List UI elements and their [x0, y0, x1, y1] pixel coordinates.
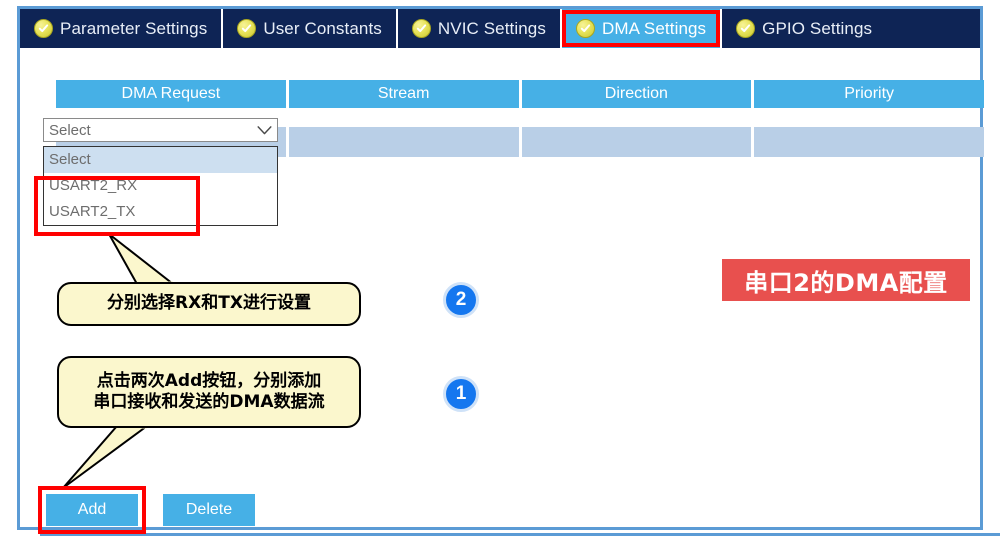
tab-label: NVIC Settings	[437, 18, 546, 38]
tab-parameter-settings[interactable]: Parameter Settings	[20, 9, 224, 48]
tab-label: GPIO Settings	[762, 18, 873, 38]
tab-gpio-settings[interactable]: GPIO Settings	[722, 9, 886, 48]
tab-label: User Constants	[263, 18, 382, 38]
check-circle-icon	[411, 19, 431, 38]
tab-user-constants[interactable]: User Constants	[223, 9, 398, 48]
step-badge-2: 2	[443, 282, 479, 318]
cell-stream[interactable]	[288, 127, 522, 157]
tab-label: DMA Settings	[601, 18, 707, 38]
step-badge-1: 1	[443, 376, 479, 412]
option-select[interactable]: Select	[44, 147, 277, 173]
annotation-title-text: 串口2的DMA配置	[744, 268, 948, 297]
panel-bottom-accent	[40, 533, 1000, 536]
callout-step-1-line-1: 点击两次Add按钮，分别添加	[96, 370, 322, 391]
cell-direction[interactable]	[521, 127, 755, 157]
check-circle-icon	[575, 19, 595, 38]
delete-button[interactable]: Delete	[163, 494, 255, 526]
callout-1-tail	[62, 425, 151, 489]
column-header-dma-request[interactable]: DMA Request	[56, 80, 289, 108]
column-header-stream[interactable]: Stream	[288, 80, 522, 108]
tab-nvic-settings[interactable]: NVIC Settings	[398, 9, 562, 48]
annotation-title-banner: 串口2的DMA配置	[722, 259, 970, 301]
option-usart2-tx[interactable]: USART2_TX	[44, 199, 277, 225]
check-circle-icon	[237, 19, 257, 38]
callout-step-1: 点击两次Add按钮，分别添加 串口接收和发送的DMA数据流	[57, 356, 361, 428]
settings-tab-bar: Parameter Settings User Constants NVIC S…	[20, 9, 980, 48]
callout-step-1-text: 点击两次Add按钮，分别添加 串口接收和发送的DMA数据流	[83, 371, 334, 414]
select-value: Select	[49, 121, 91, 139]
callout-step-2-text: 分别选择RX和TX进行设置	[107, 293, 311, 314]
dma-table: DMA Request Stream Direction Priority	[56, 80, 984, 157]
option-usart2-rx[interactable]: USART2_RX	[44, 173, 277, 199]
check-circle-icon	[736, 19, 756, 38]
dma-request-select[interactable]: Select	[43, 118, 278, 142]
cell-priority[interactable]	[754, 127, 984, 157]
callout-step-1-line-2: 串口接收和发送的DMA数据流	[93, 392, 325, 412]
column-header-direction[interactable]: Direction	[521, 80, 755, 108]
callout-step-2: 分别选择RX和TX进行设置	[57, 282, 361, 326]
dma-request-option-list[interactable]: Select USART2_RX USART2_TX	[43, 146, 278, 226]
tab-dma-settings[interactable]: DMA Settings	[561, 9, 723, 48]
tab-label: Parameter Settings	[60, 18, 208, 38]
check-circle-icon	[34, 19, 53, 38]
table-header-row: DMA Request Stream Direction Priority	[56, 80, 984, 108]
chevron-down-icon[interactable]	[251, 125, 277, 135]
column-header-priority[interactable]: Priority	[754, 80, 984, 108]
add-button[interactable]: Add	[46, 494, 138, 526]
